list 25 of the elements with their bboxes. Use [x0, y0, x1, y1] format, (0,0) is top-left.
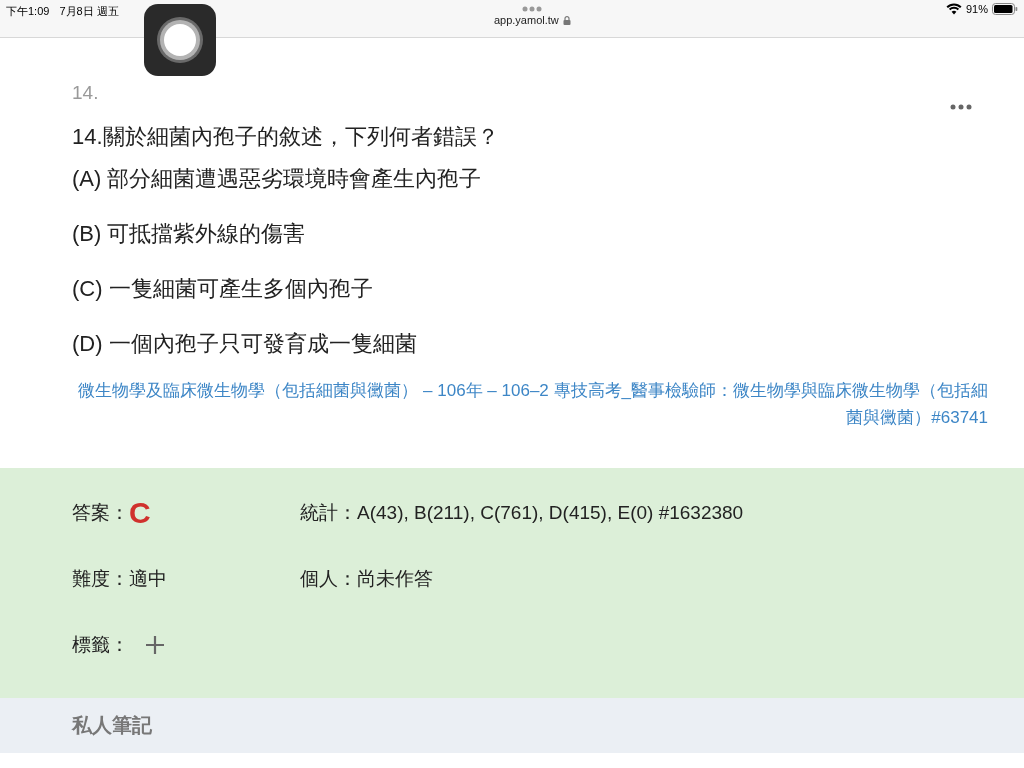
stats-text: 統計：A(43), B(211), C(761), D(415), E(0) #1632380 [300, 501, 744, 525]
battery-percent: 91% [965, 3, 988, 15]
notes-title: 私人筆記 [72, 713, 152, 738]
battery-icon [992, 3, 1018, 15]
status-time: 下午1:09 [6, 4, 50, 19]
more-icon[interactable] [522, 6, 543, 12]
answer-option: (D) 一個內孢子只可發育成一隻細菌 [72, 329, 988, 359]
answer-option: (C) 一隻細菌可產生多個內孢子 [72, 274, 988, 304]
lock-icon [562, 15, 571, 25]
wifi-icon [945, 3, 962, 15]
difficulty-text: 難度：適中 [72, 567, 167, 591]
personal-text: 個人：尚未作答 [300, 567, 433, 591]
assistive-touch-button[interactable] [144, 4, 216, 76]
more-icon[interactable] [950, 104, 972, 110]
tags-label: 標籤： [72, 633, 129, 657]
answer-label: 答案： [72, 501, 129, 525]
answer-option: (B) 可抵擋紫外線的傷害 [72, 219, 988, 249]
status-date: 7月8日 週五 [59, 4, 119, 19]
answer-value: C [129, 496, 151, 530]
add-icon[interactable] [145, 635, 165, 655]
answer-option: (A) 部分細菌遭遇惡劣環境時會產生內孢子 [72, 164, 988, 194]
url-text[interactable]: app.yamol.tw [493, 14, 559, 26]
question-number: 14. [72, 82, 99, 104]
question-text: 14.關於細菌內孢子的敘述，下列何者錯誤？ [72, 123, 500, 151]
source-link[interactable]: 微生物學及臨床微生物學（包括細菌與黴菌） – 106年 – 106–2 專技高考_醫事檢驗師：微生物學與臨床微生物學（包括細菌與黴菌）#63741 [78, 377, 988, 431]
